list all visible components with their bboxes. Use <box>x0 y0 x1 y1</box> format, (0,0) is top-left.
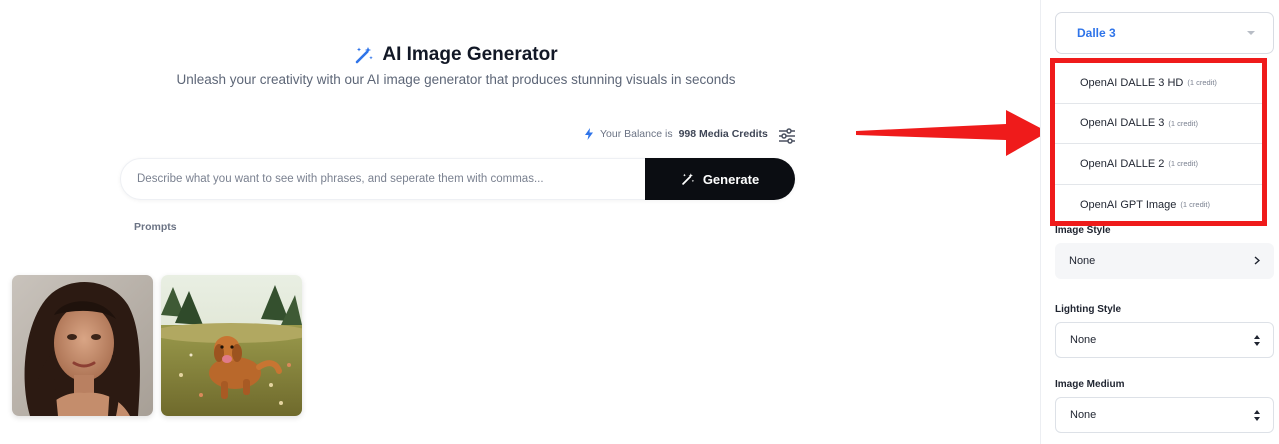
option-label: OpenAI DALLE 2 <box>1080 157 1165 170</box>
prompt-input[interactable] <box>137 159 637 199</box>
option-credit: (1 credit) <box>1168 118 1198 128</box>
image-style-value: None <box>1069 255 1096 267</box>
image-medium-value: None <box>1070 409 1097 421</box>
page: AI Image Generator Unleash your creativi… <box>0 0 1279 444</box>
chevron-down-icon <box>1247 31 1255 35</box>
option-label: OpenAI DALLE 3 HD <box>1080 76 1184 89</box>
model-dropdown-menu: OpenAI DALLE 3 HD (1 credit) OpenAI DALL… <box>1050 58 1267 226</box>
title-text: AI Image Generator <box>382 44 558 65</box>
magic-wand-icon <box>682 173 694 185</box>
model-option-dalle2[interactable]: OpenAI DALLE 2 (1 credit) <box>1055 144 1262 185</box>
image-medium-select[interactable]: None <box>1055 397 1274 433</box>
option-credit: (1 credit) <box>1168 159 1198 169</box>
model-option-gpt-image[interactable]: OpenAI GPT Image (1 credit) <box>1055 185 1262 226</box>
page-subtitle: Unleash your creativity with our AI imag… <box>176 72 736 87</box>
generate-button[interactable]: Generate <box>645 158 795 200</box>
option-label: OpenAI DALLE 3 <box>1080 117 1165 130</box>
lighting-style-value: None <box>1070 334 1097 346</box>
generated-image-portrait[interactable] <box>12 275 153 416</box>
generate-label: Generate <box>702 171 760 187</box>
page-title: AI Image Generator <box>354 44 558 66</box>
header: AI Image Generator <box>0 44 912 70</box>
lighting-style-label: Lighting Style <box>1055 304 1122 315</box>
option-label: OpenAI GPT Image <box>1080 198 1177 211</box>
option-credit: (1 credit) <box>1180 200 1210 210</box>
model-option-dalle3[interactable]: OpenAI DALLE 3 (1 credit) <box>1055 104 1262 144</box>
portrait-image <box>12 275 153 416</box>
image-medium-label: Image Medium <box>1055 379 1125 390</box>
balance-info: Your Balance is 998 Media Credits <box>584 128 768 140</box>
image-style-label: Image Style <box>1055 225 1111 236</box>
magic-wand-icon <box>356 47 374 64</box>
model-select-value: Dalle 3 <box>1077 26 1116 40</box>
select-arrows-icon <box>1254 410 1260 421</box>
model-option-dalle3-hd[interactable]: OpenAI DALLE 3 HD (1 credit) <box>1055 63 1262 104</box>
lightning-bolt-icon <box>585 128 593 140</box>
prompt-bar: Generate <box>120 158 795 200</box>
balance-prefix: Your Balance is <box>600 128 673 140</box>
image-style-field[interactable]: None <box>1055 243 1274 279</box>
lighting-style-select[interactable]: None <box>1055 322 1274 358</box>
sliders-icon[interactable] <box>778 128 796 144</box>
annotation-arrow <box>856 110 1048 156</box>
balance-amount: 998 Media Credits <box>678 128 768 140</box>
prompts-label: Prompts <box>134 221 177 233</box>
generated-image-dog[interactable] <box>161 275 302 416</box>
chevron-right-icon <box>1254 256 1260 265</box>
dog-meadow-image <box>161 275 302 416</box>
option-credit: (1 credit) <box>1187 78 1217 88</box>
model-select[interactable]: Dalle 3 <box>1055 12 1274 54</box>
select-arrows-icon <box>1254 335 1260 346</box>
